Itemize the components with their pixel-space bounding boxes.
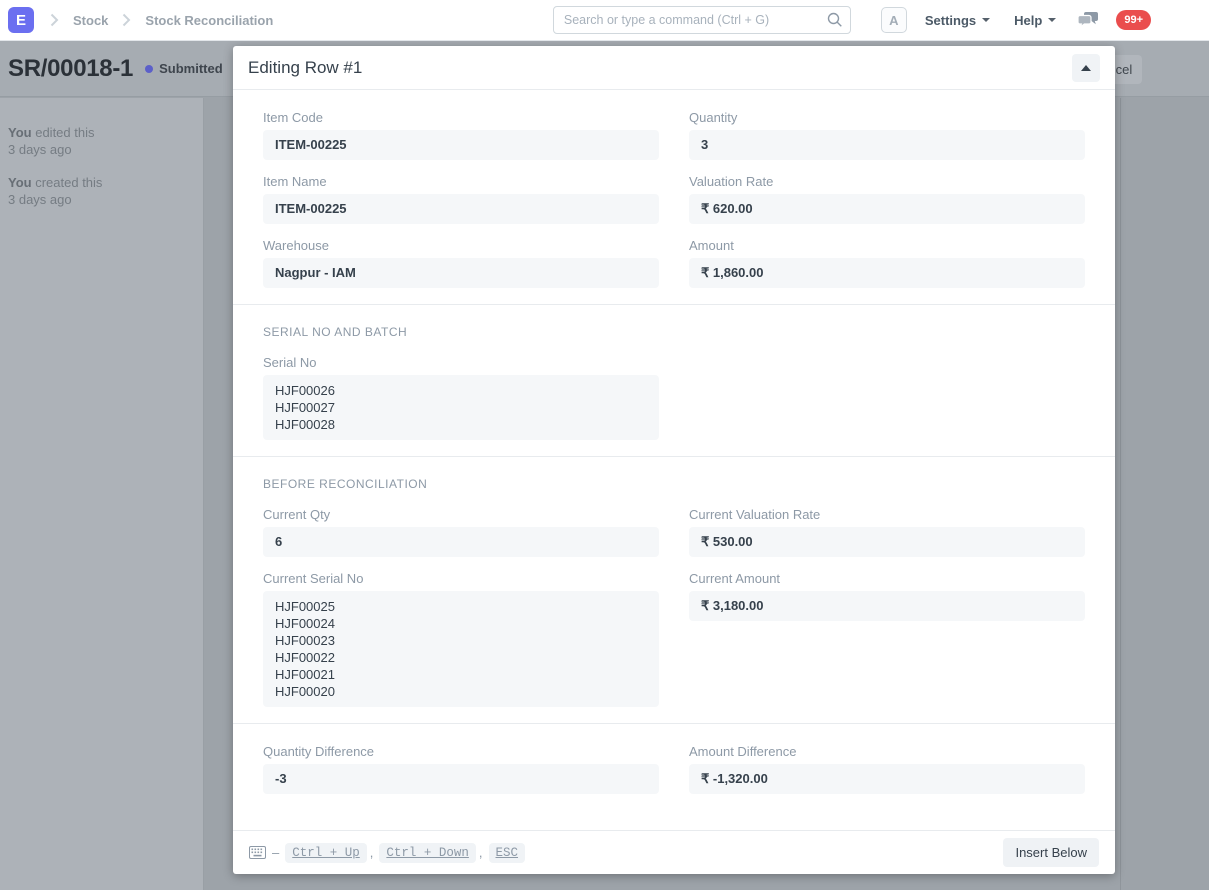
breadcrumb-chevron-icon <box>50 13 59 27</box>
serial-section-heading: SERIAL NO AND BATCH <box>263 325 408 339</box>
content-right-divider <box>1120 98 1121 890</box>
current-amount-input[interactable]: ₹ 3,180.00 <box>689 591 1085 621</box>
top-navbar: E Stock Stock Reconciliation A Settings … <box>0 0 1209 41</box>
activity-action: edited this <box>35 125 95 140</box>
app-logo[interactable]: E <box>8 7 34 33</box>
activity-actor: You <box>8 175 32 190</box>
quantity-difference-label: Quantity Difference <box>263 744 375 759</box>
shortcut-ctrl-down: Ctrl + Down <box>379 842 476 863</box>
amount-label: Amount <box>689 238 734 253</box>
field-amount: Amount ₹ 1,860.00 <box>689 238 1085 288</box>
grid-row-edit-panel: Editing Row #1 Item Code ITEM-00225 Quan… <box>233 46 1115 874</box>
settings-label: Settings <box>924 12 977 28</box>
field-amount-difference: Amount Difference ₹ -1,320.00 <box>689 744 1085 794</box>
keyboard-icon <box>249 846 266 859</box>
activity-line: You created this <box>8 174 193 191</box>
current-valuation-rate-label: Current Valuation Rate <box>689 507 821 522</box>
warehouse-input[interactable]: Nagpur - IAM <box>263 258 659 288</box>
document-sidebar: You edited this 3 days ago You created t… <box>0 98 204 890</box>
field-quantity-difference: Quantity Difference -3 <box>263 744 659 794</box>
global-search <box>552 6 851 34</box>
section-before-reconciliation: BEFORE RECONCILIATION Current Qty 6 Curr… <box>233 456 1115 723</box>
insert-below-button[interactable]: Insert Below <box>1003 838 1099 867</box>
status-dot-icon <box>145 64 154 73</box>
item-name-input[interactable]: ITEM-00225 <box>263 194 659 224</box>
field-item-name: Item Name ITEM-00225 <box>263 174 659 224</box>
activity-time: 3 days ago <box>8 142 72 157</box>
shortcut-ctrl-up: Ctrl + Up <box>285 842 367 863</box>
shortcut-esc: ESC <box>488 842 526 863</box>
triangle-up-icon <box>1081 64 1091 71</box>
page-title: SR/00018-1 <box>8 54 134 82</box>
activity-item-edited: You edited this 3 days ago <box>8 124 193 158</box>
section-serial-no-and-batch: SERIAL NO AND BATCH Serial No HJF00026 H… <box>233 304 1115 456</box>
valuation-rate-label: Valuation Rate <box>689 174 774 189</box>
section-main-fields: Item Code ITEM-00225 Quantity 3 Item Nam… <box>233 90 1115 304</box>
grid-row-edit-header: Editing Row #1 <box>233 46 1115 90</box>
field-current-serial-no: Current Serial No HJF00025 HJF00024 HJF0… <box>263 571 659 707</box>
hint-dash: – <box>272 845 280 860</box>
search-input[interactable] <box>552 6 851 34</box>
field-warehouse: Warehouse Nagpur - IAM <box>263 238 659 288</box>
item-name-label: Item Name <box>263 174 327 189</box>
activity-actor: You <box>8 125 32 140</box>
field-valuation-rate: Valuation Rate ₹ 620.00 <box>689 174 1085 224</box>
shortcut-separator: , <box>478 845 483 860</box>
valuation-rate-input[interactable]: ₹ 620.00 <box>689 194 1085 224</box>
search-icon <box>827 12 843 33</box>
quantity-difference-input[interactable]: -3 <box>263 764 659 794</box>
field-current-amount: Current Amount ₹ 3,180.00 <box>689 571 1085 621</box>
field-current-qty: Current Qty 6 <box>263 507 659 557</box>
quantity-label: Quantity <box>689 110 738 125</box>
current-valuation-rate-input[interactable]: ₹ 530.00 <box>689 527 1085 557</box>
settings-menu[interactable]: Settings <box>924 12 991 28</box>
amount-difference-input[interactable]: ₹ -1,320.00 <box>689 764 1085 794</box>
current-qty-label: Current Qty <box>263 507 331 522</box>
help-menu[interactable]: Help <box>1014 12 1057 28</box>
amount-input[interactable]: ₹ 1,860.00 <box>689 258 1085 288</box>
before-section-heading: BEFORE RECONCILIATION <box>263 477 428 491</box>
activity-line: You edited this <box>8 124 193 141</box>
notification-count-badge[interactable]: 99+ <box>1116 10 1151 30</box>
warehouse-label: Warehouse <box>263 238 329 253</box>
keyboard-shortcut-hints: – Ctrl + Up , Ctrl + Down , ESC <box>249 842 526 863</box>
user-avatar[interactable]: A <box>880 7 907 33</box>
item-code-input[interactable]: ITEM-00225 <box>263 130 659 160</box>
chat-icon[interactable] <box>1078 12 1099 28</box>
item-code-label: Item Code <box>263 110 323 125</box>
shortcut-separator: , <box>369 845 374 860</box>
field-serial-no: Serial No HJF00026 HJF00027 HJF00028 <box>263 355 659 440</box>
field-quantity: Quantity 3 <box>689 110 1085 160</box>
quantity-input[interactable]: 3 <box>689 130 1085 160</box>
grid-row-edit-title: Editing Row #1 <box>248 57 363 77</box>
section-differences: Quantity Difference -3 Amount Difference… <box>233 723 1115 810</box>
breadcrumb-stock-reconciliation[interactable]: Stock Reconciliation <box>145 13 273 28</box>
activity-action: created this <box>35 175 103 190</box>
field-item-code: Item Code ITEM-00225 <box>263 110 659 160</box>
collapse-row-button[interactable] <box>1072 53 1100 82</box>
current-amount-label: Current Amount <box>689 571 781 586</box>
serial-no-label: Serial No <box>263 355 317 370</box>
activity-time: 3 days ago <box>8 192 72 207</box>
chevron-down-icon <box>1048 18 1057 22</box>
field-current-valuation-rate: Current Valuation Rate ₹ 530.00 <box>689 507 1085 557</box>
breadcrumb-stock[interactable]: Stock <box>73 13 108 28</box>
activity-item-created: You created this 3 days ago <box>8 174 193 208</box>
current-qty-input[interactable]: 6 <box>263 527 659 557</box>
current-serial-no-label: Current Serial No <box>263 571 364 586</box>
serial-no-textarea[interactable]: HJF00026 HJF00027 HJF00028 <box>263 375 659 440</box>
amount-difference-label: Amount Difference <box>689 744 797 759</box>
chevron-down-icon <box>982 18 991 22</box>
grid-row-footer: – Ctrl + Up , Ctrl + Down , ESC Insert B… <box>233 830 1115 874</box>
help-label: Help <box>1014 12 1043 28</box>
current-serial-no-textarea[interactable]: HJF00025 HJF00024 HJF00023 HJF00022 HJF0… <box>263 591 659 707</box>
breadcrumb-chevron-icon <box>122 13 131 27</box>
status-badge: Submitted <box>159 61 223 76</box>
